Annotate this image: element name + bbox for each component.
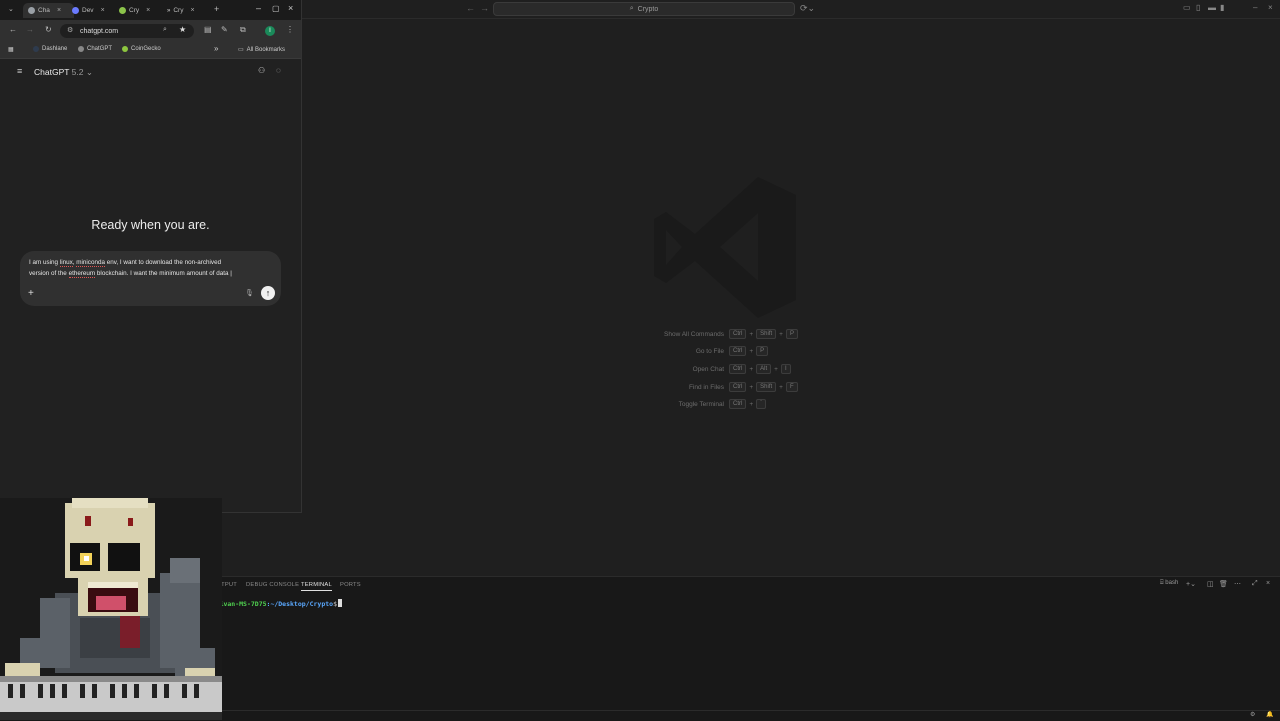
coingecko-favicon-icon	[119, 7, 126, 14]
share-user-icon[interactable]: ⚇	[258, 66, 265, 75]
tab-debug-console[interactable]: DEBUG CONSOLE	[246, 582, 299, 588]
dev-favicon-icon	[72, 7, 79, 14]
chatgpt-favicon-icon	[78, 46, 84, 52]
bookmark-star-icon[interactable]: ★	[179, 25, 186, 34]
terminal-profile[interactable]: ⌸ bash	[1160, 580, 1178, 587]
minimize-icon[interactable]: –	[1253, 3, 1257, 12]
tab-favicon-icon: »	[167, 7, 171, 14]
folder-icon: ▭	[238, 47, 244, 53]
new-terminal-icon[interactable]: +⌄	[1186, 580, 1196, 588]
split-terminal-icon[interactable]: ◫	[1207, 580, 1214, 588]
skeleton-mascot-image	[0, 498, 222, 720]
close-icon[interactable]: ×	[1268, 3, 1273, 12]
more-icon[interactable]: ⋯	[1234, 580, 1241, 588]
tab-terminal[interactable]: TERMINAL	[301, 582, 332, 591]
trash-icon[interactable]: 🗑	[1219, 580, 1228, 588]
more-bookmarks-icon[interactable]: »	[214, 44, 218, 53]
shortcut-find-in-files: Find in Files Ctrl + Shift + F	[600, 382, 860, 394]
accounts-icon[interactable]: ⚙	[1250, 711, 1255, 718]
prompt-input[interactable]: I am using linux, miniconda env, I want …	[29, 257, 274, 279]
close-tab-icon[interactable]: ×	[146, 7, 150, 14]
notifications-icon[interactable]: 🔔	[1266, 711, 1273, 718]
maximize-panel-icon[interactable]: ⤢	[1252, 580, 1258, 588]
vscode-logo-watermark	[654, 177, 796, 318]
close-window-icon[interactable]: ×	[288, 3, 293, 13]
pen-extension-icon[interactable]: ✎	[221, 25, 228, 34]
copilot-icon[interactable]: ⟳⌄	[800, 3, 815, 14]
sidebar-toggle-icon[interactable]: ≡	[17, 66, 22, 76]
sidebar-toggle-icon[interactable]: ▯	[1196, 3, 1200, 12]
terminal-cursor	[337, 599, 342, 607]
browser-tab-crypto-2[interactable]: » Cry ×	[167, 3, 209, 18]
model-selector[interactable]: ChatGPT 5.2 ⌄	[34, 67, 93, 78]
new-tab-icon[interactable]: +	[214, 4, 219, 14]
close-tab-icon[interactable]: ×	[101, 7, 105, 14]
reload-icon[interactable]: ↻	[45, 25, 52, 34]
aux-bar-toggle-icon[interactable]: ▮	[1220, 3, 1224, 12]
panel-toggle-icon[interactable]: ▬	[1208, 3, 1216, 12]
chatgpt-favicon-icon	[28, 7, 35, 14]
browser-tab-dev[interactable]: Dev ×	[72, 3, 114, 18]
close-panel-icon[interactable]: ×	[1266, 580, 1270, 587]
shortcut-go-to-file: Go to File Ctrl + P	[600, 346, 860, 358]
send-button[interactable]: ↑	[261, 286, 275, 300]
bookmark-chatgpt[interactable]: ChatGPT	[78, 46, 112, 52]
temporary-chat-icon[interactable]: ◌	[276, 66, 281, 75]
browser-tab-chatgpt[interactable]: Cha ×	[23, 3, 74, 18]
page-headline: Ready when you are.	[91, 218, 210, 232]
coingecko-favicon-icon	[122, 46, 128, 52]
microphone-icon[interactable]: 🎙	[245, 289, 254, 297]
terminal-icon: ⌸	[1160, 580, 1164, 586]
chrome-menu-icon[interactable]: ⋮	[286, 25, 294, 34]
all-bookmarks-folder[interactable]: ▭ All Bookmarks	[238, 46, 285, 54]
site-info-icon[interactable]: ⚙	[67, 26, 73, 34]
dashlane-favicon-icon	[33, 46, 39, 52]
browser-tab-crypto-1[interactable]: Cry ×	[119, 3, 161, 18]
shortcut-open-chat: Open Chat Ctrl + Alt + I	[600, 364, 860, 376]
shortcut-show-all-commands: Show All Commands Ctrl + Shift + P	[600, 329, 860, 341]
command-center-search[interactable]: ⌕ Crypto	[493, 2, 795, 16]
apps-grid-icon[interactable]: ▦	[8, 46, 14, 53]
bookmark-dashlane[interactable]: Dashlane	[33, 46, 67, 52]
search-icon: ⌕	[629, 5, 634, 12]
back-arrow-icon[interactable]: ←	[466, 3, 475, 13]
close-tab-icon[interactable]: ×	[190, 7, 194, 14]
address-bar[interactable]: ⚙ chatgpt.com ⌕ ★	[60, 24, 194, 38]
shortcut-toggle-terminal: Toggle Terminal Ctrl + `	[600, 399, 860, 411]
minimize-icon[interactable]: –	[256, 3, 261, 13]
layout-toggle-icon[interactable]: ▭	[1183, 3, 1191, 12]
tab-search-icon[interactable]: ⌄	[8, 5, 14, 13]
tab-ports[interactable]: PORTS	[340, 582, 361, 588]
bookmark-coingecko[interactable]: CoinGecko	[122, 46, 161, 52]
dashlane-extension-icon[interactable]: ▤	[204, 25, 212, 34]
forward-icon[interactable]: →	[26, 25, 34, 34]
zoom-icon[interactable]: ⌕	[163, 26, 167, 34]
extensions-icon[interactable]: ⧉	[240, 25, 246, 35]
forward-arrow-icon[interactable]: →	[480, 3, 489, 13]
profile-avatar[interactable]: I	[265, 26, 275, 36]
search-label: Crypto	[637, 5, 659, 13]
chevron-down-icon: ⌄	[85, 67, 93, 77]
back-icon[interactable]: ←	[9, 25, 17, 34]
attach-plus-button[interactable]: +	[28, 288, 34, 299]
maximize-icon[interactable]: ▢	[272, 4, 280, 13]
close-tab-icon[interactable]: ×	[57, 7, 61, 14]
